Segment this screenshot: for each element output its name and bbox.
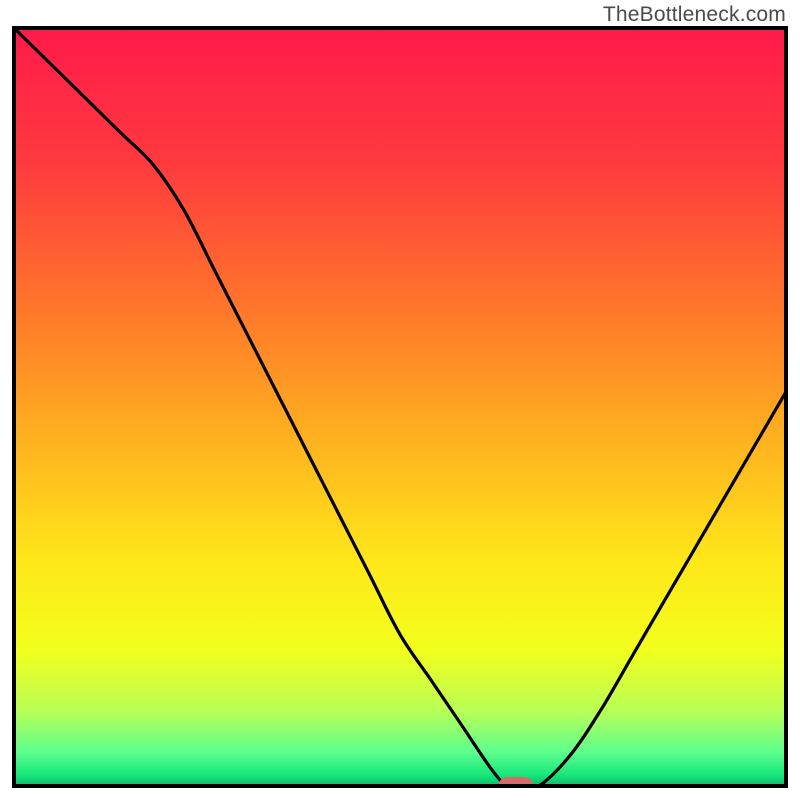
bottleneck-chart	[12, 26, 788, 788]
chart-frame	[12, 26, 788, 788]
watermark-text: TheBottleneck.com	[603, 3, 786, 27]
